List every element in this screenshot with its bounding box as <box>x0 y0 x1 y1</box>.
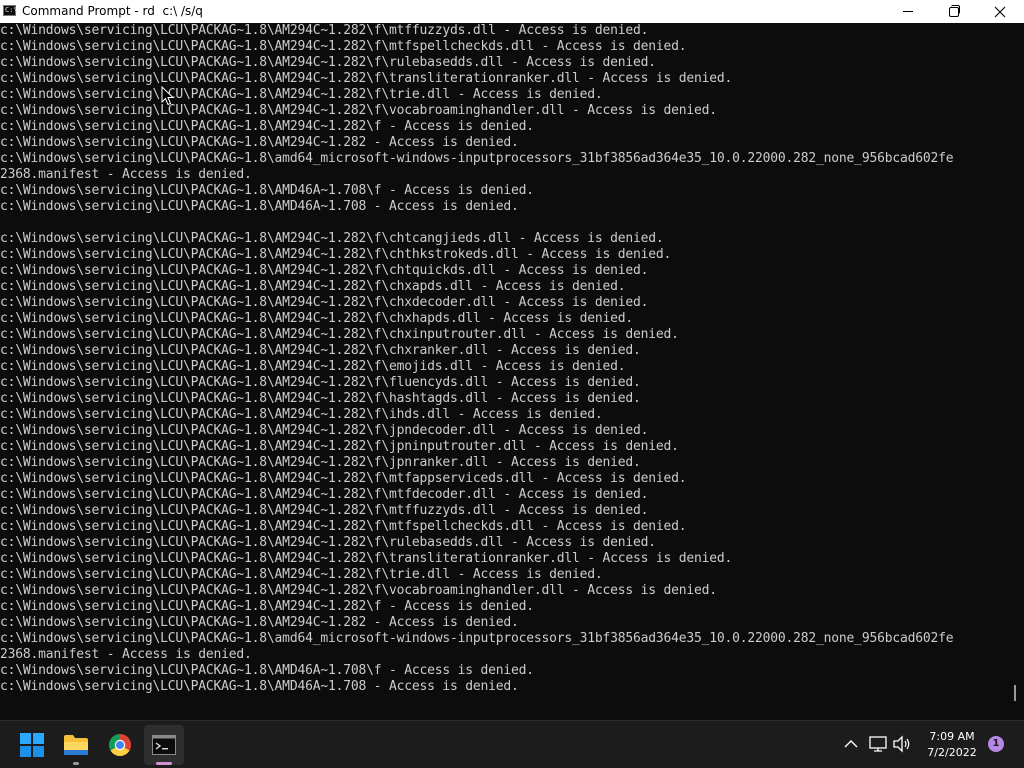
title-bar[interactable]: C:\ Command Prompt - rd c:\ /s/q <box>0 0 1024 23</box>
folder-icon <box>64 735 88 755</box>
console-line: c:\Windows\servicing\LCU\PACKAG~1.8\AM29… <box>0 487 649 502</box>
active-indicator <box>156 762 172 765</box>
console-line: c:\Windows\servicing\LCU\PACKAG~1.8\AMD4… <box>0 199 519 214</box>
console-line: c:\Windows\servicing\LCU\PACKAG~1.8\AM29… <box>0 407 603 422</box>
clock-time: 7:09 AM <box>929 730 975 743</box>
console-line: c:\Windows\servicing\LCU\PACKAG~1.8\AM29… <box>0 471 687 486</box>
chevron-up-icon[interactable] <box>840 733 862 755</box>
console-line: c:\Windows\servicing\LCU\PACKAG~1.8\AM29… <box>0 327 679 342</box>
console-line: c:\Windows\servicing\LCU\PACKAG~1.8\AM29… <box>0 135 519 150</box>
restore-icon <box>949 4 960 17</box>
console-line: c:\Windows\servicing\LCU\PACKAG~1.8\AM29… <box>0 295 649 310</box>
console-line: c:\Windows\servicing\LCU\PACKAG~1.8\AM29… <box>0 311 634 326</box>
console-line: c:\Windows\servicing\LCU\PACKAG~1.8\AMD4… <box>0 663 534 678</box>
terminal-icon <box>152 735 176 755</box>
console-line: c:\Windows\servicing\LCU\PACKAG~1.8\AM29… <box>0 391 641 406</box>
minimize-button[interactable] <box>885 0 931 23</box>
notification-badge[interactable]: 1 <box>988 736 1004 752</box>
minimize-icon <box>903 11 913 12</box>
console-line: c:\Windows\servicing\LCU\PACKAG~1.8\AM29… <box>0 615 519 630</box>
console-line: c:\Windows\servicing\LCU\PACKAG~1.8\AMD4… <box>0 679 519 694</box>
console-line: c:\Windows\servicing\LCU\PACKAG~1.8\AM29… <box>0 455 641 470</box>
console-line: c:\Windows\servicing\LCU\PACKAG~1.8\AM29… <box>0 551 733 566</box>
close-icon <box>994 6 1006 17</box>
console-line: c:\Windows\servicing\LCU\PACKAG~1.8\AM29… <box>0 567 603 582</box>
chrome-icon <box>109 734 131 756</box>
clock[interactable]: 7:09 AM 7/2/2022 <box>916 729 988 761</box>
console-line: c:\Windows\servicing\LCU\PACKAG~1.8\amd6… <box>0 151 954 166</box>
volume-icon <box>893 735 910 753</box>
chrome-button[interactable] <box>100 725 140 765</box>
console-line: c:\Windows\servicing\LCU\PACKAG~1.8\AM29… <box>0 343 641 358</box>
console-line: c:\Windows\servicing\LCU\PACKAG~1.8\AM29… <box>0 231 664 246</box>
console-line: c:\Windows\servicing\LCU\PACKAG~1.8\AM29… <box>0 503 649 518</box>
start-button[interactable] <box>12 725 52 765</box>
clock-date: 7/2/2022 <box>927 746 977 759</box>
network-icon <box>869 736 887 752</box>
console-line: c:\Windows\servicing\LCU\PACKAG~1.8\AM29… <box>0 599 534 614</box>
console-line: c:\Windows\servicing\LCU\PACKAG~1.8\AM29… <box>0 375 641 390</box>
console-line: c:\Windows\servicing\LCU\PACKAG~1.8\AM29… <box>0 535 656 550</box>
console-line: c:\Windows\servicing\LCU\PACKAG~1.8\AM29… <box>0 71 733 86</box>
console-line: c:\Windows\servicing\LCU\PACKAG~1.8\AM29… <box>0 439 679 454</box>
console-line: c:\Windows\servicing\LCU\PACKAG~1.8\AM29… <box>0 119 534 134</box>
command-prompt-button[interactable] <box>144 725 184 765</box>
windows-logo-icon <box>20 733 44 757</box>
console-line: 2368.manifest - Access is denied. <box>0 167 252 182</box>
console-line: c:\Windows\servicing\LCU\PACKAG~1.8\AM29… <box>0 279 626 294</box>
console-line: c:\Windows\servicing\LCU\PACKAG~1.8\AM29… <box>0 55 656 70</box>
console-line: 2368.manifest - Access is denied. <box>0 647 252 662</box>
window-title: Command Prompt - rd c:\ /s/q <box>22 4 203 18</box>
console-line: c:\Windows\servicing\LCU\PACKAG~1.8\AM29… <box>0 359 626 374</box>
console-line: c:\Windows\servicing\LCU\PACKAG~1.8\AM29… <box>0 103 717 118</box>
mouse-cursor-icon <box>161 86 175 106</box>
console-line: c:\Windows\servicing\LCU\PACKAG~1.8\AM29… <box>0 247 672 262</box>
system-tray[interactable] <box>868 733 914 755</box>
console-lines: c:\Windows\servicing\LCU\PACKAG~1.8\AM29… <box>0 23 1005 695</box>
console-line: c:\Windows\servicing\LCU\PACKAG~1.8\AM29… <box>0 423 649 438</box>
running-indicator <box>73 762 79 765</box>
maximize-button[interactable] <box>931 0 977 23</box>
command-prompt-app-icon[interactable]: C:\ <box>3 5 18 16</box>
console-line: c:\Windows\servicing\LCU\PACKAG~1.8\AM29… <box>0 39 687 54</box>
console-line: c:\Windows\servicing\LCU\PACKAG~1.8\AM29… <box>0 23 649 38</box>
console-line: c:\Windows\servicing\LCU\PACKAG~1.8\amd6… <box>0 631 954 646</box>
scrollbar[interactable] <box>1005 23 1024 720</box>
console-line: c:\Windows\servicing\LCU\PACKAG~1.8\AM29… <box>0 519 687 534</box>
scrollbar-thumb[interactable] <box>1014 685 1016 701</box>
taskbar: 7:09 AM 7/2/2022 1 <box>0 720 1024 768</box>
console-output[interactable]: c:\Windows\servicing\LCU\PACKAG~1.8\AM29… <box>0 23 1005 720</box>
console-line: c:\Windows\servicing\LCU\PACKAG~1.8\AM29… <box>0 87 603 102</box>
console-line: c:\Windows\servicing\LCU\PACKAG~1.8\AM29… <box>0 583 717 598</box>
console-line: c:\Windows\servicing\LCU\PACKAG~1.8\AMD4… <box>0 183 534 198</box>
file-explorer-button[interactable] <box>56 725 96 765</box>
close-button[interactable] <box>977 0 1023 23</box>
console-line: c:\Windows\servicing\LCU\PACKAG~1.8\AM29… <box>0 263 649 278</box>
